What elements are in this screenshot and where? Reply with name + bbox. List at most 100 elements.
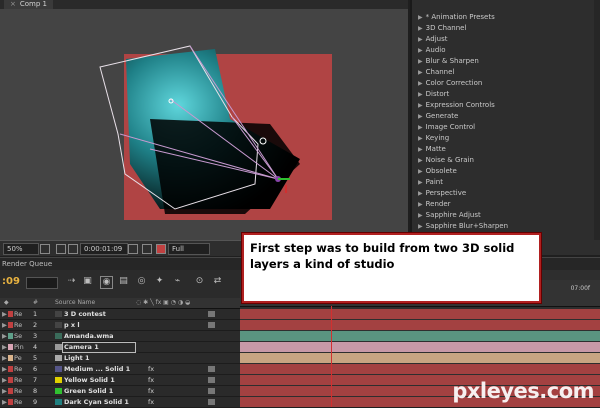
camera-icon[interactable]: [128, 244, 138, 254]
list-item[interactable]: ▶ Perspective: [418, 188, 466, 199]
expand-triangle-icon[interactable]: ▶: [418, 223, 423, 230]
list-item[interactable]: ▶ Generate: [418, 111, 458, 122]
table-row[interactable]: ▶ Pin 4 Camera 1: [0, 342, 240, 353]
current-time-display[interactable]: 0:00:01:09: [80, 243, 128, 255]
label-color-swatch[interactable]: [8, 399, 13, 405]
layer-fx[interactable]: fx: [148, 386, 154, 396]
label-color-swatch[interactable]: [8, 377, 13, 383]
layer-name[interactable]: Amanda.wma: [64, 331, 114, 341]
expand-triangle-icon[interactable]: ▶: [418, 190, 423, 197]
expand-triangle-icon[interactable]: ▶: [418, 201, 423, 208]
expand-triangle-icon[interactable]: ▶: [418, 47, 423, 54]
expand-triangle-icon[interactable]: ▶: [418, 146, 423, 153]
layer-name[interactable]: p x l: [64, 320, 80, 330]
list-item[interactable]: ▶ Noise & Grain: [418, 155, 474, 166]
list-item[interactable]: ▶ Color Correction: [418, 78, 482, 89]
list-item[interactable]: ▶ Audio: [418, 45, 446, 56]
safe-margins-icon[interactable]: [40, 244, 50, 254]
3d-layer-switch[interactable]: [208, 311, 215, 317]
magnification-select[interactable]: 50%: [3, 243, 39, 255]
list-item[interactable]: ▶ Adjust: [418, 34, 448, 45]
snapshot-icon[interactable]: [68, 244, 78, 254]
layer-name[interactable]: Green Solid 1: [64, 386, 113, 396]
expand-triangle-icon[interactable]: ▶: [2, 309, 7, 319]
layer-duration-bar[interactable]: [240, 331, 600, 341]
3d-layer-switch[interactable]: [208, 377, 215, 383]
expand-triangle-icon[interactable]: ▶: [418, 124, 423, 131]
motion-blur-icon[interactable]: ◎: [136, 276, 147, 287]
layer-name[interactable]: 3 D contest: [64, 309, 106, 319]
layer-duration-bar[interactable]: [240, 320, 600, 330]
layer-duration-bar[interactable]: [240, 364, 600, 374]
label-color-swatch[interactable]: [8, 366, 13, 372]
list-item[interactable]: ▶ Matte: [418, 144, 446, 155]
layer-duration-bar[interactable]: [240, 342, 600, 352]
label-color-swatch[interactable]: [8, 344, 13, 350]
table-row[interactable]: ▶ Re 8 Green Solid 1 fx: [0, 386, 240, 397]
layer-fx[interactable]: fx: [148, 397, 154, 407]
list-item[interactable]: ▶ Sapphire Adjust: [418, 210, 481, 221]
list-item[interactable]: ▶ Paint: [418, 177, 443, 188]
table-row[interactable]: ▶ Re 2 p x l: [0, 320, 240, 331]
expand-triangle-icon[interactable]: ▶: [2, 397, 7, 407]
resolution-select[interactable]: Full: [168, 243, 210, 255]
close-icon[interactable]: ×: [10, 0, 16, 8]
label-color-swatch[interactable]: [8, 311, 13, 317]
expand-triangle-icon[interactable]: ▶: [418, 36, 423, 43]
expand-triangle-icon[interactable]: ▶: [2, 331, 7, 341]
channel-icon[interactable]: [142, 244, 152, 254]
table-row[interactable]: ▶ Pe 5 Light 1: [0, 353, 240, 364]
effects-scrollbar[interactable]: [594, 0, 600, 240]
list-item[interactable]: ▶ Keying: [418, 133, 449, 144]
expand-triangle-icon[interactable]: ▶: [2, 342, 7, 352]
current-time-indicator[interactable]: [331, 306, 332, 407]
3d-layer-switch[interactable]: [208, 366, 215, 372]
layer-fx[interactable]: fx: [148, 375, 154, 385]
list-item[interactable]: ▶ * Animation Presets: [418, 12, 495, 23]
expand-triangle-icon[interactable]: ▶: [418, 80, 423, 87]
expand-triangle-icon[interactable]: ▶: [418, 102, 423, 109]
expand-triangle-icon[interactable]: ▶: [2, 364, 7, 374]
label-color-swatch[interactable]: [8, 388, 13, 394]
expand-triangle-icon[interactable]: ▶: [2, 353, 7, 363]
grid-icon[interactable]: [56, 244, 66, 254]
column-source-name[interactable]: Source Name: [55, 299, 95, 306]
layer-duration-bar[interactable]: [240, 309, 600, 319]
table-row[interactable]: ▶ Re 7 Yellow Solid 1 fx: [0, 375, 240, 386]
list-item[interactable]: ▶ Obsolete: [418, 166, 457, 177]
layer-name[interactable]: Medium ... Solid 1: [64, 364, 130, 374]
table-row[interactable]: ▶ Re 1 3 D contest: [0, 309, 240, 320]
list-item[interactable]: ▶ Blur & Sharpen: [418, 56, 479, 67]
expand-triangle-icon[interactable]: ▶: [418, 69, 423, 76]
frame-blending-icon[interactable]: ▤: [118, 276, 129, 287]
expand-triangle-icon[interactable]: ▶: [418, 168, 423, 175]
color-icon[interactable]: [156, 244, 166, 254]
tab-comp-1[interactable]: × Comp 1: [4, 0, 53, 9]
3d-layer-switch[interactable]: [208, 388, 215, 394]
expand-triangle-icon[interactable]: ▶: [418, 135, 423, 142]
expand-triangle-icon[interactable]: ▶: [2, 375, 7, 385]
layer-name[interactable]: Yellow Solid 1: [64, 375, 115, 385]
list-item[interactable]: ▶ Render: [418, 199, 451, 210]
layer-fx[interactable]: fx: [148, 364, 154, 374]
table-row[interactable]: ▶ Re 6 Medium ... Solid 1 fx: [0, 364, 240, 375]
list-item[interactable]: ▶ Image Control: [418, 122, 475, 133]
3d-layer-switch[interactable]: [208, 399, 215, 405]
timer-icon[interactable]: ⊙: [194, 276, 205, 287]
expand-triangle-icon[interactable]: ▶: [418, 212, 423, 219]
label-color-swatch[interactable]: [8, 322, 13, 328]
layer-name[interactable]: Light 1: [64, 353, 90, 363]
expand-triangle-icon[interactable]: ▶: [418, 25, 423, 32]
expand-triangle-icon[interactable]: ▶: [2, 320, 7, 330]
label-color-swatch[interactable]: [8, 355, 13, 361]
layer-search-input[interactable]: [26, 277, 58, 289]
layer-name[interactable]: Dark Cyan Solid 1: [64, 397, 129, 407]
draft-3d-icon[interactable]: ▣: [82, 276, 93, 287]
3d-layer-switch[interactable]: [208, 322, 215, 328]
expand-triangle-icon[interactable]: ▶: [418, 14, 423, 21]
list-item[interactable]: ▶ Channel: [418, 67, 454, 78]
table-row[interactable]: ▶ Se 3 Amanda.wma: [0, 331, 240, 342]
list-item[interactable]: ▶ Distort: [418, 89, 449, 100]
expand-triangle-icon[interactable]: ▶: [418, 91, 423, 98]
expand-triangle-icon[interactable]: ▶: [2, 386, 7, 396]
